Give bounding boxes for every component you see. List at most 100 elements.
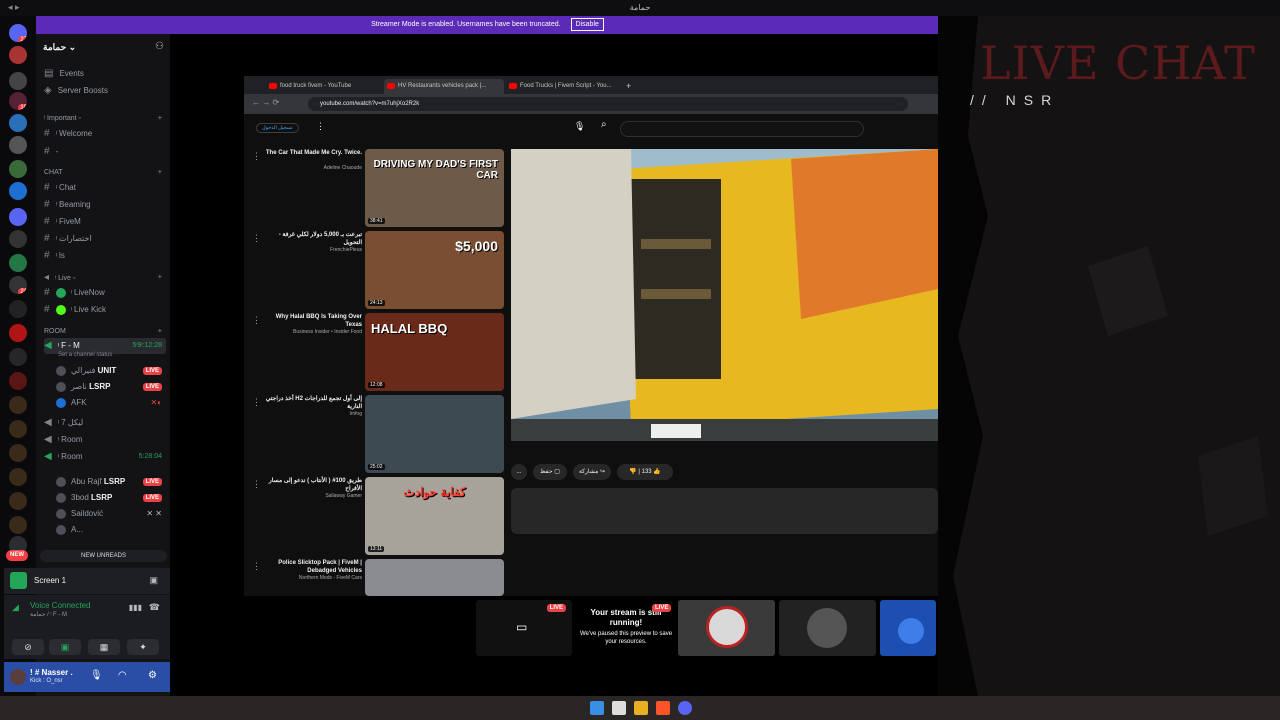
channel-ls[interactable]: # ᵎ ls — [44, 248, 166, 264]
discord-icon[interactable] — [678, 701, 692, 715]
channel-livenow[interactable]: # ᵎ LiveNow — [44, 285, 166, 301]
voice-search-icon[interactable]: 🎙 — [574, 121, 585, 132]
stream-tile[interactable] — [678, 600, 775, 656]
save-button[interactable]: حفظ ▢ — [533, 464, 567, 480]
channel-chat[interactable]: # ᵎ Chat — [44, 180, 166, 196]
more-icon[interactable]: ⋮ — [316, 121, 325, 132]
video-description[interactable] — [511, 488, 938, 534]
avatar[interactable] — [10, 669, 26, 685]
search-icon[interactable]: ⌕ — [601, 119, 607, 130]
server-icon[interactable] — [9, 254, 27, 272]
voice-user[interactable]: AFK ✕◐ — [56, 395, 166, 411]
headphones-icon[interactable]: ◠ — [118, 670, 127, 681]
server-icon[interactable] — [9, 114, 27, 132]
server-icon[interactable] — [9, 492, 27, 510]
server-icon[interactable] — [9, 372, 27, 390]
server-icon[interactable] — [9, 468, 27, 486]
server-icon[interactable] — [9, 420, 27, 438]
server-icon[interactable] — [9, 300, 27, 318]
voice-channel-room-active[interactable]: ◀ ᵎ Room 5:28:04 — [44, 449, 166, 465]
voice-connected-label[interactable]: Voice Connected — [30, 601, 91, 610]
voice-user[interactable]: Abu Rajf LSRP LIVE — [56, 474, 166, 490]
browser-tab[interactable]: Food Trucks | Fivem Script - You... — [506, 79, 626, 94]
signin-button[interactable]: تسجيل الدخول — [256, 123, 299, 133]
soundboard-icon[interactable]: ✦ — [127, 639, 159, 655]
voice-user[interactable]: فنيرالي UNIT LIVE — [56, 363, 166, 379]
channel-beaming[interactable]: # ᵎ Beaming — [44, 197, 166, 213]
new-badge[interactable]: NEW — [6, 550, 28, 561]
server-icon[interactable]: 24 — [9, 276, 27, 294]
server-name[interactable]: حمامة ⌄ — [43, 42, 76, 53]
browser-tab[interactable]: food truck fivem - YouTube — [266, 79, 386, 94]
channel-welcome[interactable]: # ᵎ Welcome — [44, 126, 166, 142]
voice-user[interactable]: A... — [56, 522, 166, 538]
server-icon[interactable]: 10 — [9, 92, 27, 110]
category-important[interactable]: ᵎ Important ᵕ + — [44, 111, 166, 127]
stream-tile[interactable]: LIVE ▭ — [476, 600, 572, 656]
channel-fivem[interactable]: # ᵎ FiveM — [44, 214, 166, 230]
video-item[interactable]: ⋮ تبرعت بـ 5,000 دولار لكلي غرفة - التحو… — [244, 231, 506, 309]
share-button[interactable]: مشاركة ↪ — [573, 464, 611, 480]
events-item[interactable]: ▤ Events — [44, 66, 166, 82]
invite-icon[interactable]: ⚇ — [155, 41, 164, 52]
video-item[interactable]: ⋮ Police Slicktop Pack | FiveM | Debadge… — [244, 559, 506, 596]
browser-tab-active[interactable]: HV Restaurants vehicles pack |... — [384, 79, 504, 94]
url-field[interactable]: youtube.com/watch?v=m7uhjXo2R2k — [308, 97, 908, 111]
video-item[interactable]: ⋮ أخذ دراجتي H2 إلى أول تجمع للدراجات ال… — [244, 395, 506, 473]
like-button[interactable]: 👎 | 133 👍 — [617, 464, 673, 480]
more-icon[interactable]: ... — [511, 464, 527, 480]
share-screen-icon[interactable]: ▣ — [49, 639, 81, 655]
noise-suppression-icon[interactable]: ▮▮▮ — [129, 603, 142, 612]
video-item[interactable]: ⋮ Why Halal BBQ Is Taking Over Texas Busi… — [244, 313, 506, 391]
activities-icon[interactable]: ▦ — [88, 639, 120, 655]
category-live[interactable]: ◂ ᵎ Live ᵕ + — [44, 270, 166, 286]
folder-icon[interactable] — [9, 208, 27, 226]
stream-tile[interactable] — [880, 600, 936, 656]
start-icon[interactable] — [590, 701, 604, 715]
camera-icon[interactable]: ⊘ — [12, 639, 44, 655]
channel-livekick[interactable]: # ᵎ Live Kick — [44, 302, 166, 318]
server-icon[interactable] — [9, 348, 27, 366]
disable-button[interactable]: Disable — [570, 18, 604, 31]
new-tab-button[interactable]: + — [624, 79, 640, 94]
voice-user[interactable]: Saildović ✕ ✕ — [56, 506, 166, 522]
mic-icon[interactable]: 🎙 — [90, 670, 103, 681]
home-icon[interactable]: 27 — [9, 24, 27, 42]
settings-icon[interactable]: ⚙ — [148, 670, 157, 681]
server-icon[interactable] — [9, 396, 27, 414]
voice-user[interactable]: ناصر LSRP LIVE — [56, 379, 166, 395]
server-icon[interactable] — [9, 324, 27, 342]
video-item[interactable]: ⋮ The Car That Made Me Cry. Twice. Adelin… — [244, 149, 506, 227]
taskview-icon[interactable] — [612, 701, 626, 715]
category-chat[interactable]: CHAT + — [44, 165, 166, 181]
new-unreads-button[interactable]: NEW UNREADS — [40, 550, 167, 562]
server-icon[interactable] — [9, 444, 27, 462]
signal-icon[interactable]: ◢ — [12, 602, 19, 613]
server-icon[interactable] — [9, 160, 27, 178]
channel-dash[interactable]: # - — [44, 144, 166, 160]
folder-icon[interactable] — [634, 701, 648, 715]
server-icon[interactable] — [9, 46, 27, 64]
voice-channel-room[interactable]: ◀ ᵎ Room — [44, 432, 166, 448]
channel-status[interactable]: Set a channel status — [58, 352, 112, 358]
boosts-item[interactable]: ◈ Server Boosts — [44, 83, 166, 99]
server-icon[interactable] — [9, 72, 27, 90]
nav-buttons-icon[interactable]: ← → ⟳ — [252, 98, 279, 107]
server-icon[interactable] — [9, 230, 27, 248]
voice-user[interactable]: 3bod LSRP LIVE — [56, 490, 166, 506]
voice-channel-label[interactable]: حمامة / ᵎ F - M — [30, 611, 67, 618]
server-icon[interactable] — [9, 516, 27, 534]
youtube-icon — [509, 83, 517, 89]
video-item[interactable]: ⋮ طريق 100# ( الأنتاب ) ندعو إلى مسار ال… — [244, 477, 506, 555]
server-icon[interactable] — [9, 136, 27, 154]
popout-icon[interactable]: ▣ — [149, 575, 158, 586]
username[interactable]: ! # Nasser . — [30, 668, 73, 677]
server-icon[interactable] — [9, 182, 27, 200]
voice-channel-7[interactable]: ◀ ᵎ ليكل 7 — [44, 415, 166, 431]
disconnect-icon[interactable]: ☎ — [149, 602, 160, 613]
channel-announce[interactable]: # ᵎ اختصارات — [44, 231, 166, 247]
stream-tile[interactable] — [779, 600, 876, 656]
search-input[interactable] — [620, 121, 864, 137]
browser-icon[interactable] — [656, 701, 670, 715]
video-player[interactable] — [511, 149, 938, 441]
